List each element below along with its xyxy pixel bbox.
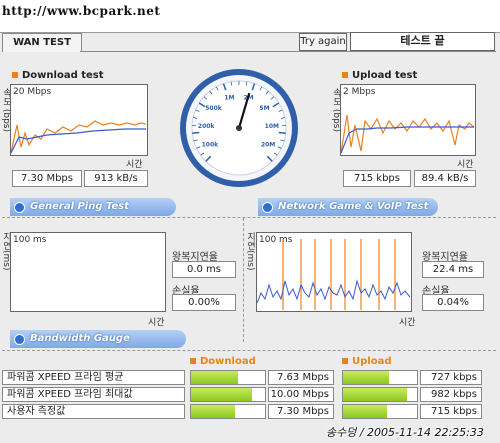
- ping-test-header: General Ping Test: [10, 198, 176, 216]
- ping-graph: 100 ms: [10, 232, 166, 312]
- upload-line-orange: [341, 115, 474, 153]
- download-bar: [190, 370, 266, 385]
- download-test-title: Download test: [12, 70, 104, 81]
- orange-square-icon: [190, 358, 196, 364]
- gauge-label: 5M: [259, 105, 269, 112]
- ping-icon: [14, 202, 25, 213]
- download-mbps-value: 7.30 Mbps: [12, 170, 82, 187]
- upload-kbps-value: 715 kbps: [343, 170, 411, 187]
- voip-x-label: 시간: [399, 315, 416, 328]
- download-bar-fill: [191, 388, 252, 401]
- voip-graph: 100 ms: [256, 232, 412, 312]
- test-status-field: 테스트 끝: [350, 32, 495, 51]
- bandwidth-row-label: 파워콤 XPEED 프라임 평균: [2, 370, 185, 385]
- orange-square-icon: [12, 72, 18, 78]
- download-line-orange: [11, 121, 146, 153]
- bandwidth-download-header: Download: [190, 356, 256, 367]
- speed-gauge: 100k200k500k1M2M5M10M20M: [178, 67, 300, 189]
- bandwidth-icon: [14, 334, 25, 345]
- voip-latency-value: 22.4 ms: [422, 261, 484, 278]
- voip-test-header: Network Game & VoIP Test: [258, 198, 438, 216]
- download-graph: 20 Mbps: [10, 84, 148, 156]
- gauge-label: 20M: [261, 142, 275, 149]
- download-bar: [190, 387, 266, 402]
- voip-icon: [262, 202, 273, 213]
- voip-line-blue: [257, 281, 410, 303]
- upload-kbs-value: 89.4 kB/s: [414, 170, 476, 187]
- orange-square-icon: [342, 72, 348, 78]
- orange-square-icon: [342, 358, 348, 364]
- upload-test-title: Upload test: [342, 70, 417, 81]
- download-bar-fill: [191, 371, 238, 384]
- gauge-hub: [236, 125, 242, 131]
- download-x-label: 시간: [126, 157, 143, 170]
- gauge-label: 100k: [202, 142, 220, 149]
- gauge-tick: [192, 132, 199, 133]
- upload-bar: [342, 370, 418, 385]
- upload-bar: [342, 404, 418, 419]
- ping-x-label: 시간: [148, 315, 165, 328]
- bandwidth-gauge-header: Bandwidth Gauge: [10, 330, 186, 348]
- gauge-label: 10M: [265, 123, 279, 130]
- upload-bar-fill: [343, 405, 387, 418]
- download-bar: [190, 404, 266, 419]
- download-bar-value: 7.30 Mbps: [268, 404, 334, 419]
- gauge-tick: [279, 132, 286, 133]
- upload-bar-fill: [343, 371, 389, 384]
- download-bar-value: 7.63 Mbps: [268, 370, 334, 385]
- tab-underline: [80, 51, 496, 52]
- gauge-label: 1M: [224, 94, 234, 101]
- voip-loss-value: 0.04%: [422, 294, 484, 311]
- upload-x-label: 시간: [457, 157, 474, 170]
- signature: 송수덩 / 2005-11-14 22:25:33: [326, 424, 484, 440]
- upload-bar-fill: [343, 388, 407, 401]
- gauge-label: 200k: [198, 123, 216, 130]
- download-bar-value: 10.00 Mbps: [268, 387, 334, 402]
- try-again-button[interactable]: Try again: [299, 33, 347, 51]
- upload-bar-value: 715 kbps: [420, 404, 482, 419]
- bandwidth-row-label: 사용자 측정값: [2, 404, 185, 419]
- ping-loss-value: 0.00%: [172, 294, 236, 311]
- bandwidth-row-label: 파워콤 XPEED 프라임 최대값: [2, 387, 185, 402]
- section-divider-bottom: [2, 350, 496, 351]
- section-divider-top: [2, 217, 496, 218]
- gauge-label: 500k: [205, 105, 223, 112]
- download-kbs-value: 913 kB/s: [84, 170, 148, 187]
- download-bar-fill: [191, 405, 235, 418]
- upload-bar: [342, 387, 418, 402]
- ping-latency-value: 0.0 ms: [172, 261, 236, 278]
- bandwidth-upload-header: Upload: [342, 356, 391, 367]
- ping-scale-label: 100 ms: [13, 235, 47, 245]
- upload-graph: 2 Mbps: [340, 84, 476, 156]
- watermark: http://www.bcpark.net: [2, 4, 160, 18]
- voip-spikes-orange: [283, 239, 395, 310]
- tab-wan-test[interactable]: WAN TEST: [2, 33, 82, 52]
- upload-bar-value: 982 kbps: [420, 387, 482, 402]
- upload-bar-value: 727 kbps: [420, 370, 482, 385]
